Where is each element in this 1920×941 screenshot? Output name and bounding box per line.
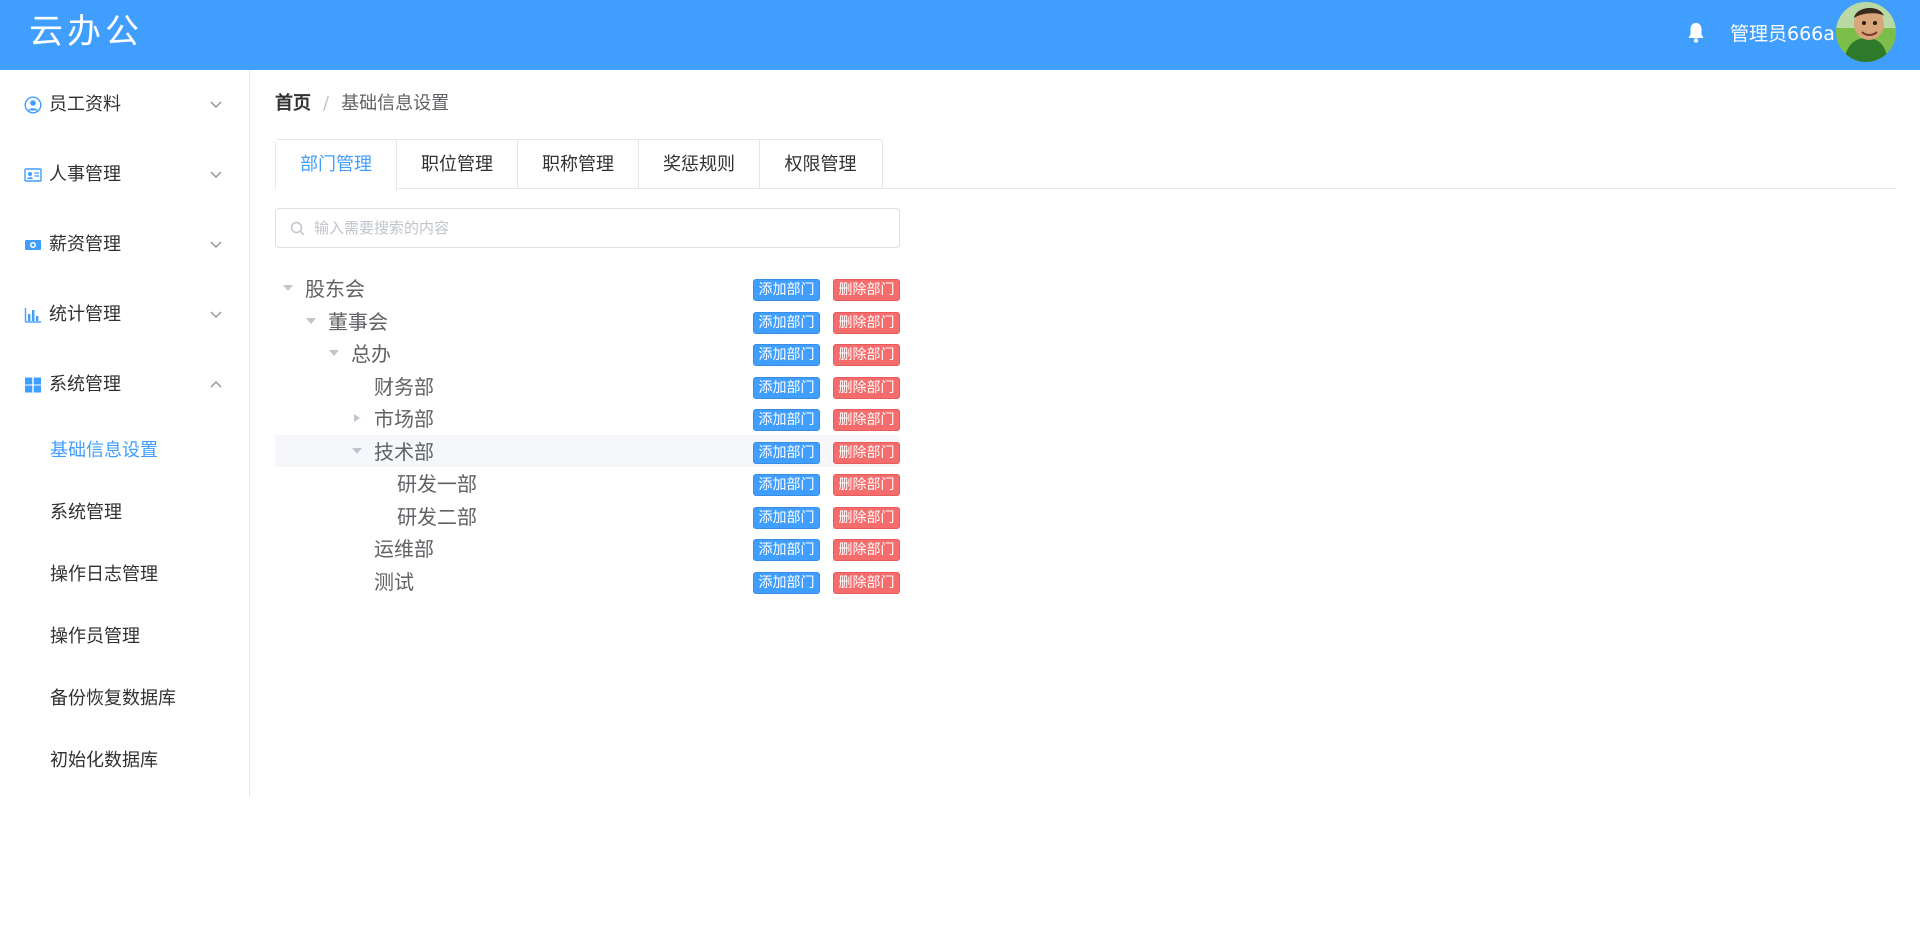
bell-icon[interactable]: [1687, 22, 1705, 44]
tree-node-label: 研发二部: [397, 504, 477, 529]
sidebar-item-statistics[interactable]: 统计管理: [0, 280, 249, 350]
tree-node[interactable]: 技术部 添加部门 删除部门: [275, 434, 900, 467]
submenu-item-init-database[interactable]: 初始化数据库: [0, 730, 249, 792]
add-department-button[interactable]: 添加部门: [753, 441, 820, 464]
tree-node[interactable]: 研发二部 添加部门 删除部门: [275, 500, 900, 533]
tree-node-label: 测试: [374, 569, 414, 594]
sidebar-item-employee-info[interactable]: 员工资料: [0, 70, 249, 140]
windows-icon: [25, 377, 41, 393]
add-department-button[interactable]: 添加部门: [753, 279, 820, 301]
breadcrumb-current: 基础信息设置: [341, 93, 450, 114]
submenu-item-label: 操作员管理: [50, 626, 140, 647]
department-tree: 股东会 添加部门 删除部门 董事会 添加部门 删除部门 总办 添加部门 删除部门 财务部 添加部门删…: [275, 272, 900, 597]
caret-down-icon[interactable]: [306, 317, 316, 325]
submenu-item-operation-log[interactable]: 操作日志管理: [0, 544, 249, 606]
tab-bar: 部门管理 职位管理 职称管理 奖惩规则 权限管理: [275, 139, 883, 191]
breadcrumb-home[interactable]: 首页: [275, 93, 311, 114]
add-department-button[interactable]: 添加部门: [753, 409, 820, 431]
breadcrumb-separator: /: [323, 93, 330, 114]
delete-department-button[interactable]: 删除部门: [833, 474, 900, 496]
add-department-button[interactable]: 添加部门: [753, 344, 820, 366]
delete-department-button[interactable]: 删除部门: [833, 441, 900, 464]
tree-node[interactable]: 运维部 添加部门 删除部门: [275, 532, 900, 565]
id-card-icon: [24, 168, 42, 182]
tab-reward-rules[interactable]: 奖惩规则: [639, 140, 760, 189]
caret-right-icon[interactable]: [352, 414, 362, 422]
add-department-button[interactable]: 添加部门: [753, 506, 820, 529]
tree-node-label: 研发一部: [397, 472, 477, 496]
caret-down-icon[interactable]: [283, 284, 293, 292]
caret-down-icon[interactable]: [352, 447, 362, 455]
sidebar-item-hr[interactable]: 人事管理: [0, 140, 249, 210]
submenu-item-backup-restore[interactable]: 备份恢复数据库: [0, 668, 249, 730]
money-icon: [25, 240, 41, 250]
delete-department-button[interactable]: 删除部门: [833, 376, 900, 399]
add-department-button[interactable]: 添加部门: [753, 571, 820, 594]
tree-node[interactable]: 总办 添加部门 删除部门: [275, 337, 900, 370]
add-department-button[interactable]: 添加部门: [753, 539, 820, 561]
user-circle-icon: [24, 96, 42, 114]
caret-down-icon[interactable]: [329, 349, 339, 357]
tree-node-label: 董事会: [328, 309, 388, 334]
chevron-down-icon: [210, 171, 222, 178]
tree-node[interactable]: 董事会 添加部门 删除部门: [275, 305, 900, 338]
submenu-item-basic-info[interactable]: 基础信息设置: [0, 420, 249, 482]
sidebar-item-label: 员工资料: [49, 94, 121, 115]
top-header: 云办公 管理员666a: [0, 0, 1920, 70]
delete-department-button[interactable]: 删除部门: [833, 344, 900, 366]
tree-node-label: 总办: [351, 342, 391, 366]
tab-department[interactable]: 部门管理: [276, 140, 397, 191]
tab-permissions[interactable]: 权限管理: [760, 140, 881, 189]
sidebar-item-label: 薪资管理: [49, 234, 121, 255]
breadcrumb: 首页 / 基础信息设置: [275, 92, 449, 116]
delete-department-button[interactable]: 删除部门: [833, 539, 900, 561]
search-input[interactable]: [314, 213, 884, 243]
tree-node-label: 市场部: [374, 407, 434, 431]
add-department-button[interactable]: 添加部门: [753, 376, 820, 399]
tree-node[interactable]: 测试 添加部门 删除部门: [275, 565, 900, 598]
bar-chart-icon: [24, 308, 41, 323]
tree-node-label: 运维部: [374, 537, 434, 561]
chevron-up-icon: [210, 381, 222, 388]
delete-department-button[interactable]: 删除部门: [833, 506, 900, 529]
delete-department-button[interactable]: 删除部门: [833, 571, 900, 594]
sidebar-item-salary[interactable]: 薪资管理: [0, 210, 249, 280]
search-icon: [290, 221, 305, 236]
tree-node[interactable]: 研发一部 添加部门 删除部门: [275, 467, 900, 500]
tab-bar-divider: [396, 188, 1896, 189]
add-department-button[interactable]: 添加部门: [753, 474, 820, 496]
tree-node[interactable]: 市场部 添加部门 删除部门: [275, 402, 900, 435]
submenu-item-label: 备份恢复数据库: [50, 688, 176, 709]
submenu-item-label: 操作日志管理: [50, 564, 158, 585]
tree-node[interactable]: 股东会 添加部门 删除部门: [275, 272, 900, 305]
chevron-down-icon: [210, 101, 222, 108]
sidebar-item-label: 人事管理: [49, 164, 121, 185]
delete-department-button[interactable]: 删除部门: [833, 409, 900, 431]
tree-node-label: 财务部: [374, 374, 434, 399]
submenu-item-label: 基础信息设置: [50, 440, 158, 461]
sidebar-item-label: 统计管理: [49, 304, 121, 325]
search-box[interactable]: [275, 208, 900, 248]
delete-department-button[interactable]: 删除部门: [833, 279, 900, 301]
tree-node-label: 技术部: [374, 439, 434, 464]
submenu-item-label: 初始化数据库: [50, 750, 158, 771]
app-logo: 云办公: [29, 12, 143, 52]
sidebar-menu: 员工资料 人事管理 薪资管理 统计管理 系统管理 基础信息设置 系统管理 操作日…: [0, 70, 250, 796]
sidebar-item-system[interactable]: 系统管理: [0, 350, 249, 420]
submenu-item-system-mgmt[interactable]: 系统管理: [0, 482, 249, 544]
delete-department-button[interactable]: 删除部门: [833, 311, 900, 334]
current-user-name[interactable]: 管理员666a: [1730, 22, 1835, 46]
add-department-button[interactable]: 添加部门: [753, 311, 820, 334]
user-avatar[interactable]: [1836, 2, 1896, 62]
tree-node[interactable]: 财务部 添加部门 删除部门: [275, 370, 900, 403]
sidebar-item-label: 系统管理: [49, 374, 121, 395]
tab-position[interactable]: 职位管理: [397, 140, 518, 189]
chevron-down-icon: [210, 241, 222, 248]
tab-job-title[interactable]: 职称管理: [518, 140, 639, 189]
submenu-item-operator-mgmt[interactable]: 操作员管理: [0, 606, 249, 668]
tree-node-label: 股东会: [305, 277, 365, 301]
submenu-item-label: 系统管理: [50, 502, 122, 523]
chevron-down-icon: [210, 311, 222, 318]
